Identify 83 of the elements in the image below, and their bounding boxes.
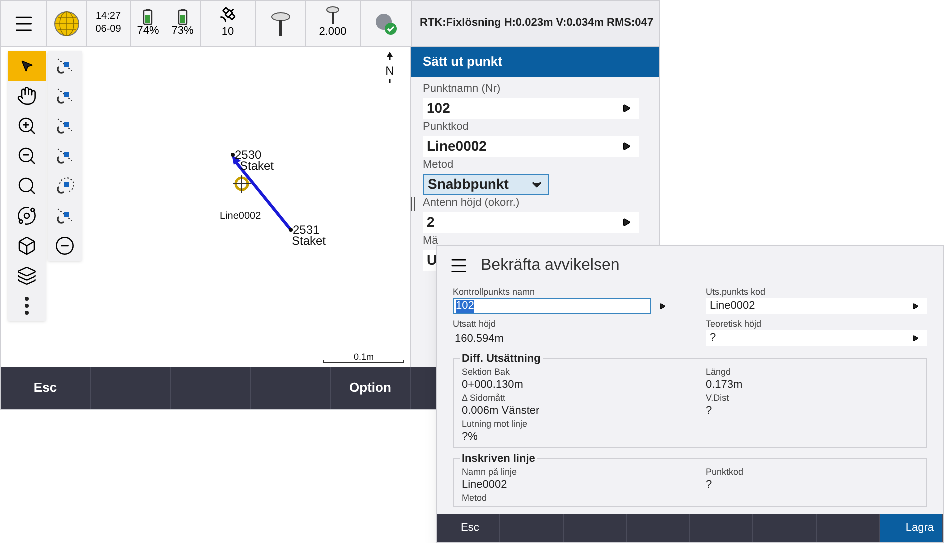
line-label: Line0002 [220,211,262,222]
field-label: Metod [462,493,488,504]
expand-arrow-icon[interactable] [622,218,631,227]
point-code: Staket [292,234,326,248]
group-title: Diff. Utsättning [460,351,543,368]
battery-percent: 73% [172,24,194,38]
softkey-button[interactable]: Esc [437,514,500,542]
layers-icon [17,266,37,286]
more-icon [25,297,29,315]
target-marker-icon [232,174,252,194]
zoom-in-icon [17,116,37,136]
field-label: Uts.punkts kod [706,286,767,298]
hand-icon [17,86,37,106]
gnss-receiver-icon[interactable] [270,10,292,36]
field-value: 0+000.130m [462,378,524,393]
field-value: 0.006m Vänster [462,404,541,419]
expand-arrow-icon[interactable] [912,334,919,342]
field-label: Teoretisk höjd [706,318,763,330]
field-value: ? [706,404,714,419]
softkey-button[interactable]: Esc [1,367,90,409]
antenna-height: 2.000 [319,25,347,40]
snap-icon[interactable] [54,175,76,197]
zoom-out-icon [17,146,37,166]
field-label: Mä [423,234,440,249]
field-label: V.Dist [706,393,730,404]
field-value: Line0002 [462,478,508,493]
field-label: Längd [706,367,732,378]
softkey-button[interactable]: Option [331,367,410,409]
globe-check-icon[interactable] [375,12,397,34]
field-label: Metod [423,158,455,173]
clock-date: 06-09 [96,24,122,36]
point-code: Staket [240,159,274,173]
input-field[interactable]: 102 [453,298,651,314]
softkey-button[interactable]: Lagra [880,514,942,542]
point-marker[interactable] [289,228,293,232]
picker-field[interactable]: Line0002 [706,298,927,314]
field-value: ?% [462,430,479,445]
field-value: 160.594m [454,332,505,347]
satellite-icon[interactable] [219,6,237,24]
field-label: Kontrollpunkts namn [453,286,536,298]
method-dropdown[interactable]: Snabbpunkt [423,174,549,195]
magnifier-icon [17,176,37,196]
expand-arrow-icon[interactable] [622,104,631,113]
picker-field[interactable]: ? [706,330,927,346]
panel-title: Sätt ut punkt [423,53,502,72]
expand-arrow-icon[interactable] [622,142,631,151]
expand-arrow-icon[interactable] [912,302,919,310]
point-name: 2530 [235,148,262,162]
field-label: Namn på linje [462,467,518,478]
field-label: Punktkod [423,120,470,135]
snap-off-icon[interactable] [55,236,75,256]
map-tool-button[interactable] [8,51,46,81]
picker-field[interactable]: Line0002 [423,136,639,157]
field-label: Punktnamn (Nr) [423,82,502,97]
point-name: 2531 [293,223,320,237]
field-value: ? [706,478,714,493]
battery-icon [143,8,154,25]
pointer-icon [20,59,34,73]
picker-field[interactable]: 2 [423,212,639,233]
field-label: Antenn höjd (okorr.) [423,196,521,211]
north-arrow-icon [387,52,393,60]
field-label: Lutning mot linje [462,419,529,430]
north-label: N [386,64,394,78]
dialog-title: Bekräfta avvikelsen [481,256,620,276]
point-marker[interactable] [231,153,235,157]
clock-time: 14:27 [96,11,122,24]
battery-icon [178,8,188,25]
scale-label: 0.1m [354,352,374,362]
field-value: 0.173m [706,378,744,393]
picker-field[interactable]: 102 [423,98,639,119]
group-title: Inskriven linje [460,451,538,468]
satellite-count: 10 [222,25,234,40]
expand-arrow-icon[interactable] [659,302,666,310]
field-label: Sektion Bak [462,367,512,378]
antenna-pole-icon[interactable] [326,6,340,24]
globe-icon[interactable] [54,10,80,36]
field-label: Utsatt höjd [453,318,498,330]
field-label: Punktkod [706,467,745,478]
field-label: Δ Sidomått [462,393,507,404]
battery-percent: 74% [137,24,160,38]
rtk-status-text: RTK:Fixlösning H:0.023m V:0.034m RMS:047 [420,16,654,32]
cube-icon [17,236,37,256]
orbit-icon [17,206,37,226]
